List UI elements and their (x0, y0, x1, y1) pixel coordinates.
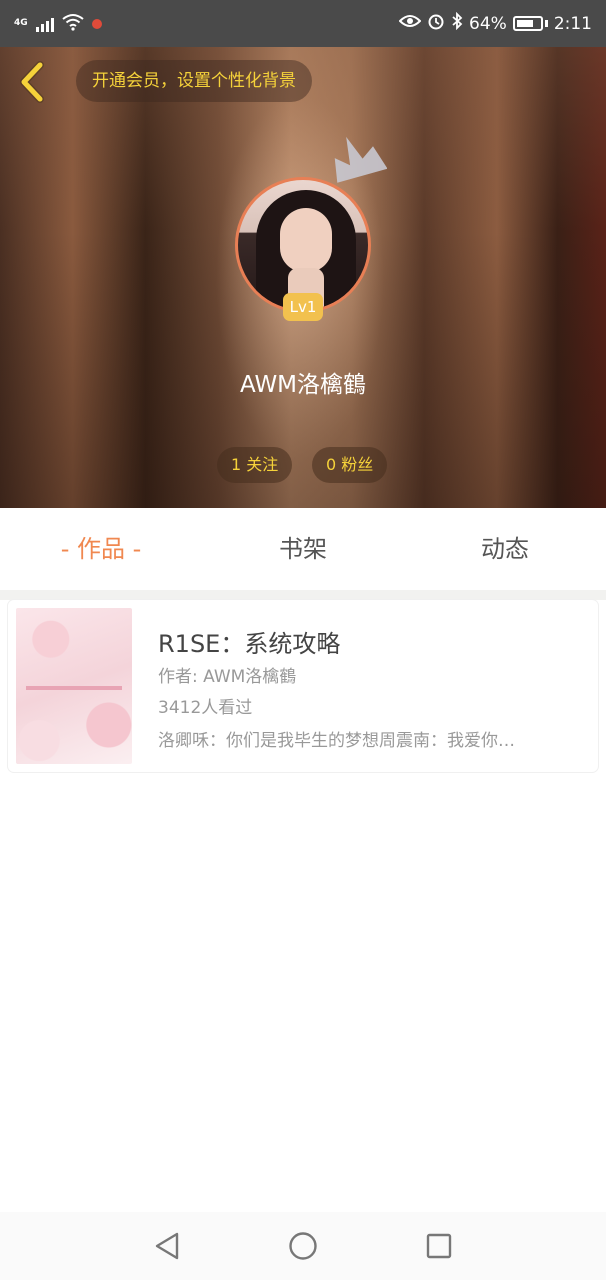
circle-home-icon (289, 1232, 317, 1260)
level-badge: Lv1 (283, 293, 323, 321)
tab-bookshelf[interactable]: 书架 (202, 508, 404, 590)
work-author: 作者: AWM洛檎鶴 (158, 667, 297, 687)
battery-icon (512, 16, 543, 31)
nav-recents-button[interactable] (421, 1228, 457, 1264)
profile-tabs: - 作品 - 书架 动态 (0, 508, 606, 590)
notification-icon (91, 18, 102, 29)
work-title: R1SE：系统攻略 (158, 630, 341, 658)
tab-activity[interactable]: 动态 (404, 508, 606, 590)
battery-tip (544, 20, 548, 27)
following-count[interactable]: 1 关注 (217, 447, 293, 483)
status-bar: 4G 64% 2:11 (0, 0, 606, 47)
fans-count[interactable]: 0 粉丝 (312, 447, 388, 483)
square-recents-icon (426, 1233, 452, 1259)
work-card[interactable]: R1SE：系统攻略 作者: AWM洛檎鶴 3412人看过 洛卿咊：你们是我毕生的… (8, 600, 598, 772)
profile-header: 开通会员，设置个性化背景 Lv1 AWM洛檎鶴 1 关注 0 粉丝 (0, 47, 606, 508)
nav-home-button[interactable] (285, 1228, 321, 1264)
eye-icon (398, 13, 422, 34)
work-views: 3412人看过 (158, 698, 253, 718)
chevron-left-icon (20, 61, 44, 103)
signal-icon (35, 16, 54, 32)
work-description: 洛卿咊：你们是我毕生的梦想周震南：我爱你… (158, 731, 515, 751)
triangle-back-icon (155, 1232, 179, 1260)
vip-background-banner[interactable]: 开通会员，设置个性化背景 (76, 60, 312, 102)
book-cover (16, 608, 132, 764)
clock: 2:11 (553, 13, 592, 34)
crown-icon (334, 136, 387, 183)
status-left: 4G (14, 13, 102, 35)
bluetooth-icon (451, 11, 463, 35)
back-button[interactable] (12, 59, 54, 105)
username: AWM洛檎鶴 (239, 372, 367, 398)
status-right: 64% 2:11 (398, 11, 592, 35)
wifi-icon (62, 13, 84, 35)
divider (0, 590, 606, 600)
network-type: 4G (14, 18, 28, 28)
nav-back-button[interactable] (149, 1228, 185, 1264)
battery-percent: 64% (469, 13, 507, 34)
alarm-icon (427, 12, 445, 35)
tab-works[interactable]: - 作品 - (0, 508, 202, 590)
system-nav-bar (0, 1212, 606, 1280)
